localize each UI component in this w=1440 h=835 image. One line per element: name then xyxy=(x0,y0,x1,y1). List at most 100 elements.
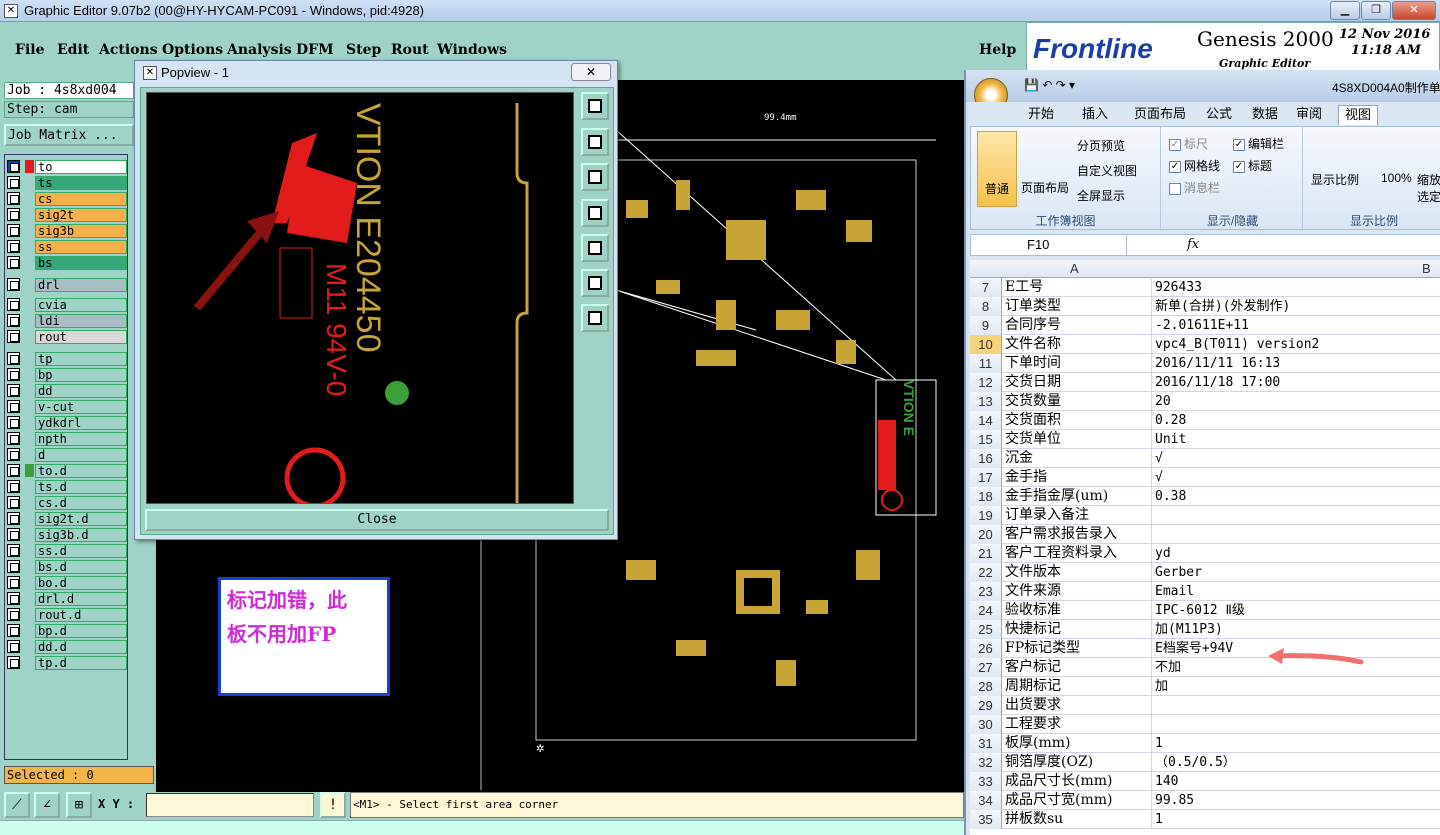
layer-name[interactable]: d xyxy=(35,447,127,462)
cell-a[interactable]: 周期标记 xyxy=(1004,677,1152,696)
layer-name[interactable]: drl xyxy=(35,277,127,292)
layer-name[interactable]: rout.d xyxy=(35,607,127,622)
layer-name[interactable]: to.d xyxy=(35,463,127,478)
cell-b[interactable] xyxy=(1154,525,1440,544)
cell-a[interactable]: 文件版本 xyxy=(1004,563,1152,582)
cell-a[interactable]: 文件来源 xyxy=(1004,582,1152,601)
layer-checkbox[interactable] xyxy=(7,384,20,397)
cell-b[interactable]: √ xyxy=(1154,468,1440,487)
layer-name[interactable]: ts.d xyxy=(35,479,127,494)
layer-name[interactable]: v-cut xyxy=(35,399,127,414)
cell-b[interactable]: IPC-6012 Ⅱ级 xyxy=(1154,601,1440,620)
layer-checkbox[interactable] xyxy=(7,368,20,381)
row-number[interactable]: 9 xyxy=(970,316,1002,335)
layer-row[interactable]: ydkdrl xyxy=(7,415,127,430)
cell-a[interactable]: 成品尺寸长(mm) xyxy=(1004,772,1152,791)
layer-row[interactable]: sig2t xyxy=(7,207,127,222)
layer-row[interactable]: drl xyxy=(7,277,127,292)
layer-checkbox[interactable] xyxy=(7,640,20,653)
layer-row[interactable]: sig3b.d xyxy=(7,527,127,542)
custom-views-button[interactable]: 自定义视图 xyxy=(1077,162,1137,179)
layer-checkbox[interactable] xyxy=(7,298,20,311)
row-number[interactable]: 26 xyxy=(970,639,1002,658)
cell-a[interactable]: 合同序号 xyxy=(1004,316,1152,335)
layer-row[interactable]: bo.d xyxy=(7,575,127,590)
row-number[interactable]: 16 xyxy=(970,449,1002,468)
layer-checkbox[interactable] xyxy=(7,608,20,621)
cell-b[interactable]: 926433 xyxy=(1154,278,1440,297)
layer-name[interactable]: bs.d xyxy=(35,559,127,574)
cell-a[interactable]: 拼板数su xyxy=(1004,810,1152,829)
cell-a[interactable]: 下单时间 xyxy=(1004,354,1152,373)
cell-a[interactable]: 金手指 xyxy=(1004,468,1152,487)
layer-checkbox[interactable] xyxy=(7,624,20,637)
layer-checkbox[interactable] xyxy=(7,528,20,541)
layer-name[interactable]: dd.d xyxy=(35,639,127,654)
layer-row[interactable]: v-cut xyxy=(7,399,127,414)
row-number[interactable]: 22 xyxy=(970,563,1002,582)
tab-insert[interactable]: 插入 xyxy=(1076,105,1114,125)
cell-b[interactable]: 0.38 xyxy=(1154,487,1440,506)
layer-name[interactable]: ldi xyxy=(35,313,127,328)
menu-help[interactable]: Help xyxy=(979,42,1016,58)
message-bar-checkbox[interactable]: 消息栏 xyxy=(1169,179,1220,196)
layer-name[interactable]: npth xyxy=(35,431,127,446)
menu-windows[interactable]: Windows xyxy=(437,42,507,58)
menu-rout[interactable]: Rout xyxy=(391,42,429,58)
layer-checkbox[interactable] xyxy=(7,576,20,589)
measure-icon[interactable]: ∠ xyxy=(34,792,60,818)
layer-checkbox[interactable] xyxy=(7,480,20,493)
pan-left-button[interactable] xyxy=(581,199,609,227)
row-number[interactable]: 34 xyxy=(970,791,1002,810)
zoom-100-button[interactable]: 100% xyxy=(1381,171,1412,185)
layer-row[interactable]: drl.d xyxy=(7,591,127,606)
cell-b[interactable]: √ xyxy=(1154,449,1440,468)
layer-row[interactable]: cs xyxy=(7,191,127,206)
cell-b[interactable]: Gerber xyxy=(1154,563,1440,582)
cell-a[interactable]: 板厚(mm) xyxy=(1004,734,1152,753)
menu-options[interactable]: Options xyxy=(162,42,223,58)
layer-name[interactable]: tp.d xyxy=(35,655,127,670)
spreadsheet-grid[interactable]: 7 E工号 926433 8 订单类型 新单(合拼)(外发制作) 9 合同序号 -2.01611… xyxy=(970,278,1440,835)
cell-a[interactable]: 交货数量 xyxy=(1004,392,1152,411)
ruler-checkbox[interactable]: ✓ 标尺 xyxy=(1169,135,1208,152)
layer-name[interactable]: rout xyxy=(35,329,127,344)
cell-b[interactable]: yd xyxy=(1154,544,1440,563)
pan-down-button[interactable] xyxy=(581,163,609,191)
row-number[interactable]: 7 xyxy=(970,278,1002,297)
cell-b[interactable] xyxy=(1154,696,1440,715)
layer-row[interactable]: bp xyxy=(7,367,127,382)
layer-checkbox[interactable] xyxy=(7,464,20,477)
row-number[interactable]: 10 xyxy=(970,335,1002,354)
layer-row[interactable]: dd xyxy=(7,383,127,398)
layer-row[interactable]: to.d xyxy=(7,463,127,478)
pan-right-button[interactable] xyxy=(581,234,609,262)
page-break-preview-button[interactable]: 分页预览 xyxy=(1077,137,1125,154)
menu-edit[interactable]: Edit xyxy=(57,42,89,58)
tab-data[interactable]: 数据 xyxy=(1246,105,1284,125)
layer-checkbox[interactable] xyxy=(7,176,20,189)
layer-checkbox[interactable] xyxy=(7,656,20,669)
row-number[interactable]: 19 xyxy=(970,506,1002,525)
row-number[interactable]: 23 xyxy=(970,582,1002,601)
gridlines-checkbox[interactable]: ✓ 网格线 xyxy=(1169,157,1220,174)
layer-name[interactable]: ydkdrl xyxy=(35,415,127,430)
layer-row[interactable]: d xyxy=(7,447,127,462)
layer-checkbox[interactable] xyxy=(7,352,20,365)
row-number[interactable]: 13 xyxy=(970,392,1002,411)
cell-a[interactable]: 出货要求 xyxy=(1004,696,1152,715)
row-number[interactable]: 25 xyxy=(970,620,1002,639)
cell-b[interactable]: 加(M11P3) xyxy=(1154,620,1440,639)
layer-checkbox[interactable] xyxy=(7,208,20,221)
cell-b[interactable]: 1 xyxy=(1154,810,1440,829)
cell-b[interactable]: -2.01611E+11 xyxy=(1154,316,1440,335)
cell-a[interactable]: 交货日期 xyxy=(1004,373,1152,392)
row-number[interactable]: 35 xyxy=(970,810,1002,829)
cell-b[interactable] xyxy=(1154,506,1440,525)
cell-a[interactable]: 交货单位 xyxy=(1004,430,1152,449)
layer-row[interactable]: dd.d xyxy=(7,639,127,654)
cell-a[interactable]: 客户需求报告录入 xyxy=(1004,525,1152,544)
normal-view-button[interactable]: 普通 xyxy=(977,131,1017,207)
layer-row[interactable]: to xyxy=(7,159,127,174)
layer-checkbox[interactable] xyxy=(7,544,20,557)
